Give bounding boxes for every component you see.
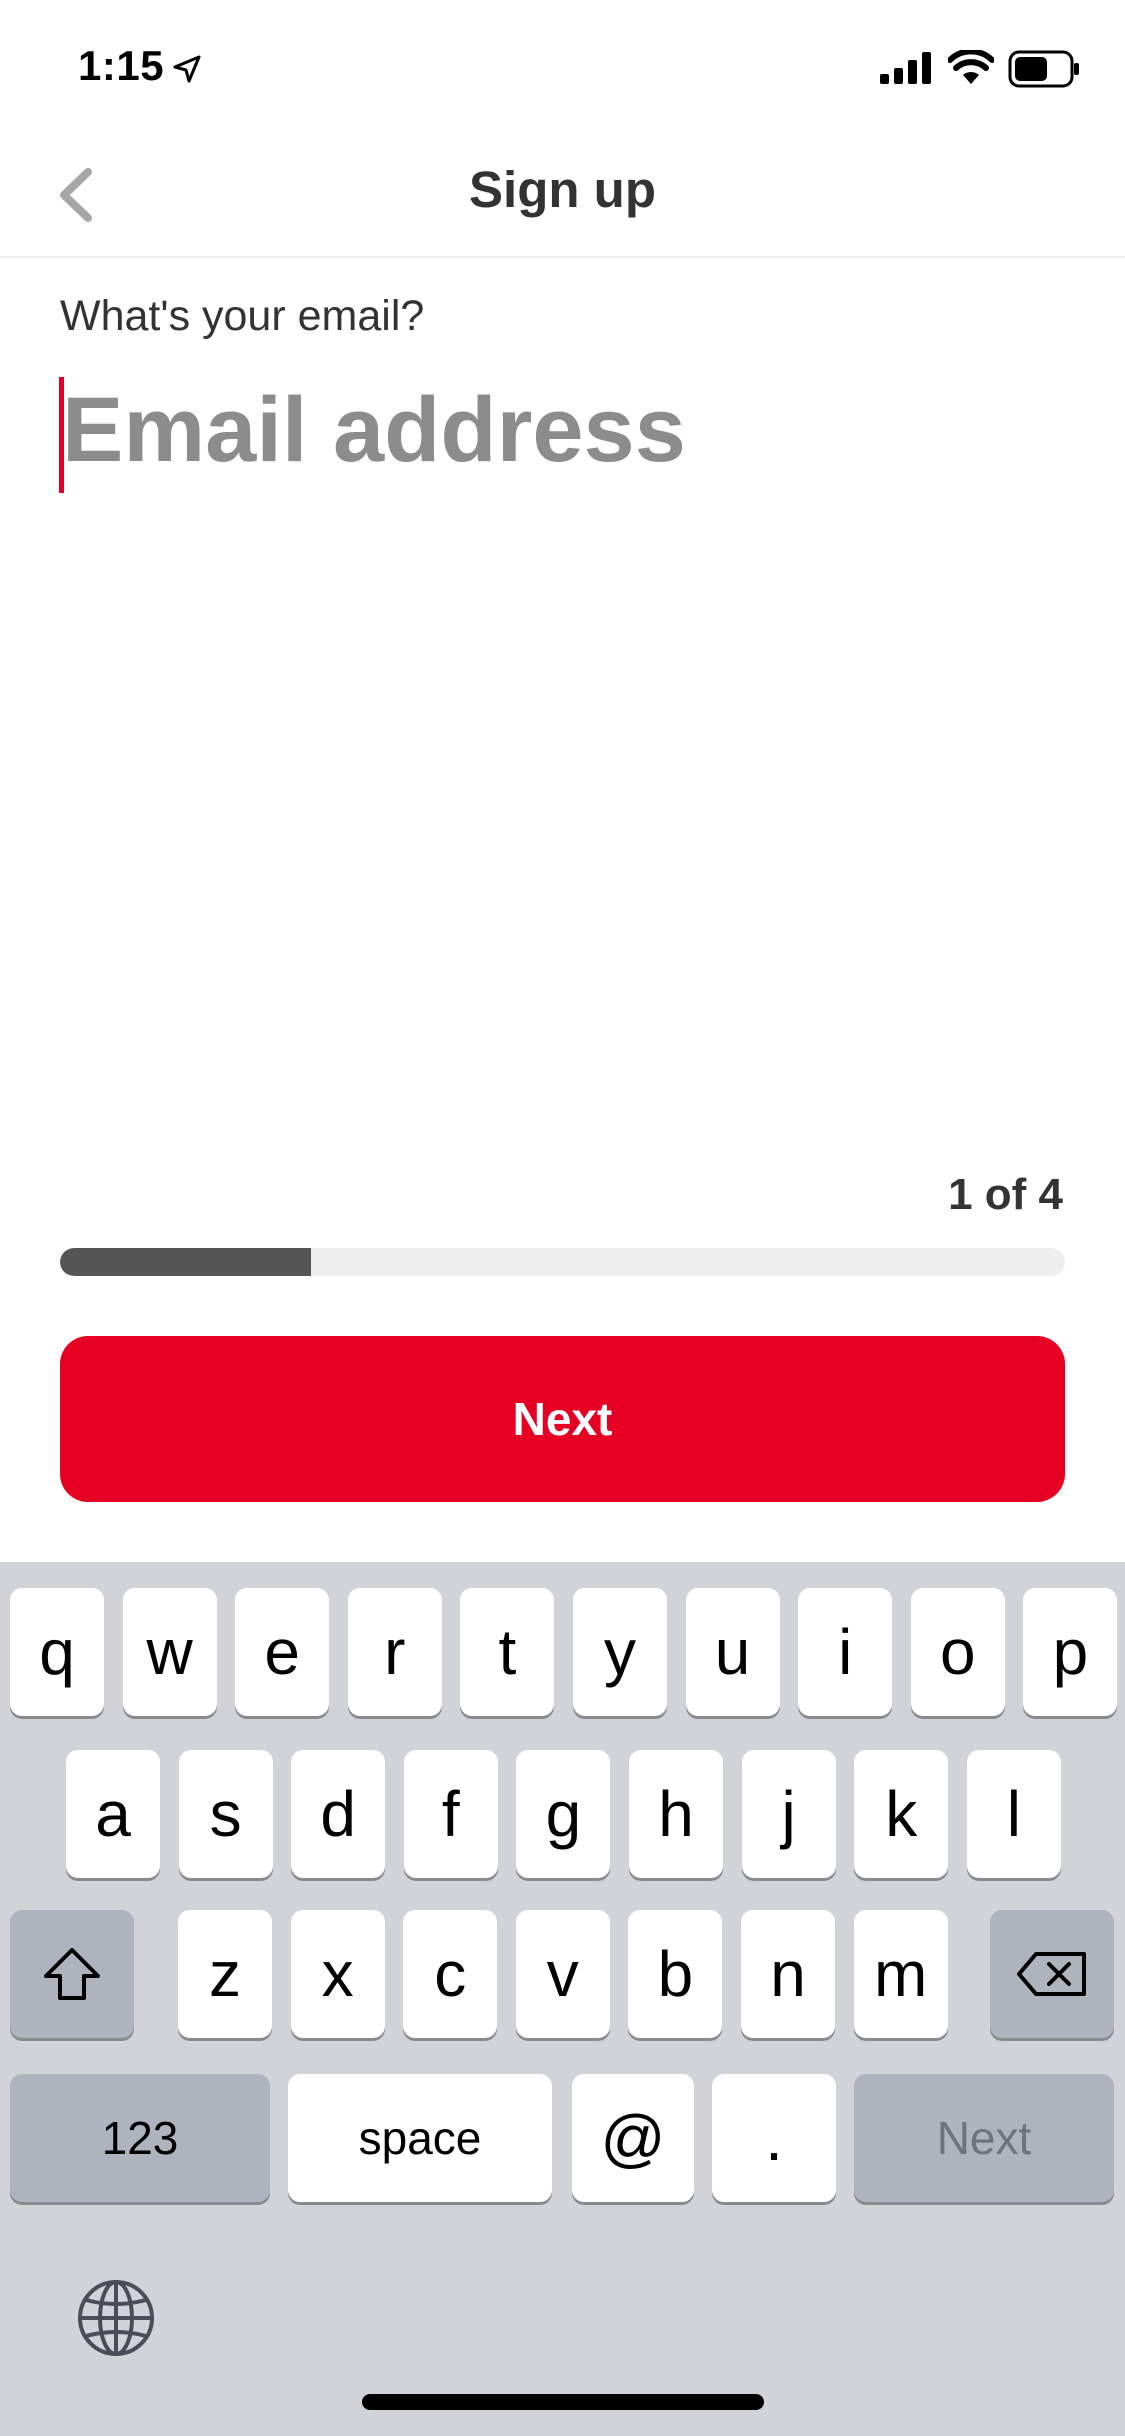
email-question-label: What's your email? [60,292,425,340]
cellular-signal-icon [880,52,931,84]
key-u[interactable]: u [685,1588,780,1716]
location-arrow-icon [173,55,201,83]
key-y[interactable]: y [573,1588,667,1716]
progress-bar-fill [60,1248,312,1276]
return-next-key[interactable]: Next [854,2074,1114,2202]
key-a[interactable]: a [66,1750,160,1878]
key-b[interactable]: b [628,1910,723,2038]
key-i[interactable]: i [798,1588,893,1716]
key-m[interactable]: m [853,1910,948,2038]
signup-screen: 1:15 Sign up What's your email? Email ad… [0,0,1125,2436]
progress-bar [60,1248,1065,1276]
key-c[interactable]: c [403,1910,498,2038]
navigation-bar: Sign up [0,132,1125,258]
key-r[interactable]: r [347,1588,442,1716]
delete-key[interactable] [990,1910,1114,2038]
numbers-key[interactable]: 123 [10,2074,270,2202]
key-p[interactable]: p [1023,1588,1118,1716]
key-w[interactable]: w [122,1588,217,1716]
key-j[interactable]: j [741,1750,836,1878]
key-e[interactable]: e [235,1588,330,1716]
step-counter: 1 of 4 [948,1170,1063,1219]
key-z[interactable]: z [178,1910,272,2038]
key-v[interactable]: v [515,1910,610,2038]
period-key[interactable]: . [712,2074,836,2202]
at-key[interactable]: @ [572,2074,694,2202]
key-q[interactable]: q [10,1588,104,1716]
key-s[interactable]: s [178,1750,273,1878]
home-indicator [362,2394,764,2410]
wifi-icon [948,50,994,84]
key-g[interactable]: g [516,1750,611,1878]
key-f[interactable]: f [403,1750,498,1878]
text-cursor [59,377,64,493]
email-input[interactable] [60,374,1065,494]
next-button[interactable]: Next [60,1336,1065,1502]
key-d[interactable]: d [291,1750,386,1878]
key-x[interactable]: x [290,1910,385,2038]
status-bar: 1:15 [0,0,1125,132]
battery-icon [1008,50,1079,88]
backspace-icon [1017,1952,1086,1996]
key-t[interactable]: t [460,1588,555,1716]
shift-arrow-icon [44,1948,100,2000]
key-o[interactable]: o [910,1588,1005,1716]
status-time: 1:15 [78,42,165,89]
key-k[interactable]: k [854,1750,949,1878]
key-n[interactable]: n [741,1910,835,2038]
space-key[interactable]: space [288,2074,552,2202]
page-title: Sign up [469,161,656,218]
shift-key[interactable] [10,1910,134,2038]
key-l[interactable]: l [966,1750,1061,1878]
globe-icon[interactable] [76,2278,156,2358]
key-h[interactable]: h [629,1750,723,1878]
